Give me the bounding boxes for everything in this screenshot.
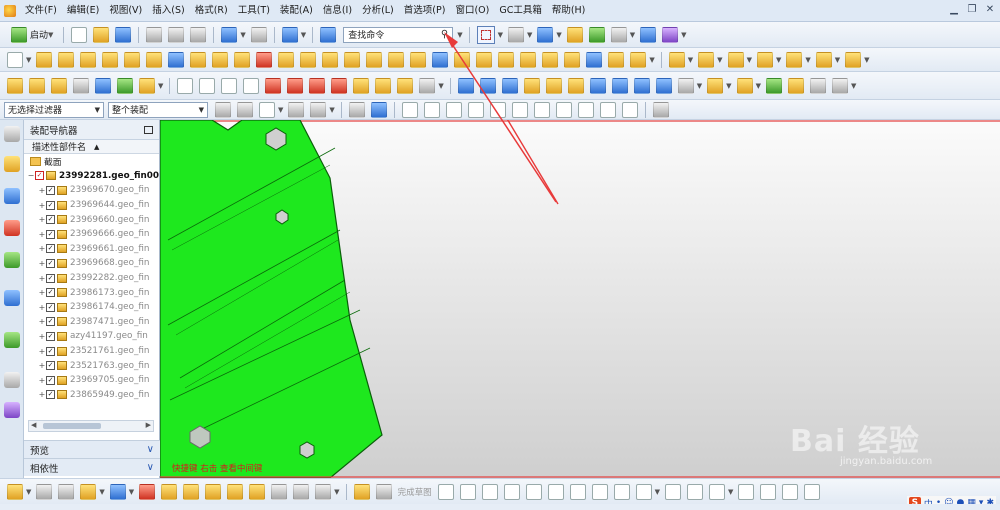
sketch-circle-icon[interactable] [503, 483, 520, 500]
sketch-fillet-icon[interactable] [525, 483, 542, 500]
chevron-down-icon[interactable]: ▼ [334, 488, 339, 496]
harness-icon[interactable] [293, 483, 310, 500]
make-corner-icon[interactable] [708, 483, 725, 500]
watermark-url: jingyan.baidu.com [840, 456, 933, 467]
assembly-sequence-icon[interactable] [109, 483, 126, 500]
layout-icon[interactable] [315, 483, 332, 500]
sketch-create-icon[interactable] [353, 483, 370, 500]
bolt-icon[interactable] [249, 483, 266, 500]
baidu-watermark: Bai 经验 jingyan.baidu.com [790, 416, 990, 486]
fix-icon[interactable] [205, 483, 222, 500]
status-bar [0, 504, 1000, 510]
sketch-rectangle-icon[interactable] [569, 483, 586, 500]
quick-trim-icon[interactable] [664, 483, 681, 500]
finish-sketch-button[interactable]: 完成草图 [398, 486, 432, 498]
sketch-arc-icon[interactable] [481, 483, 498, 500]
sketch-chamfer-icon[interactable] [547, 483, 564, 500]
joint-icon[interactable] [161, 483, 178, 500]
sketch-polygon-icon[interactable] [591, 483, 608, 500]
sketch-point-icon[interactable] [613, 483, 630, 500]
chevron-down-icon[interactable]: ▼ [129, 488, 134, 496]
profile-icon[interactable] [437, 483, 454, 500]
tube-icon[interactable] [271, 483, 288, 500]
sketch-spline-icon[interactable] [635, 483, 652, 500]
separator [345, 483, 347, 500]
chevron-down-icon[interactable]: ▼ [99, 488, 104, 496]
sketch-task-icon[interactable] [7, 483, 23, 500]
sheet-icon[interactable] [58, 483, 75, 500]
mirror-sketch-icon[interactable] [760, 483, 777, 500]
sketch-line-icon[interactable] [459, 483, 476, 500]
chevron-down-icon[interactable]: ▼ [655, 488, 660, 496]
add-component-icon[interactable] [80, 483, 97, 500]
watermark-text: Bai 经验 [790, 424, 920, 459]
clearance-icon[interactable] [139, 483, 156, 500]
pattern-component-icon[interactable] [227, 483, 244, 500]
offset-sketch-icon[interactable] [738, 483, 755, 500]
chevron-down-icon[interactable]: ▼ [26, 488, 31, 496]
auto-dimension-icon[interactable] [804, 483, 821, 500]
annotation-arrow [447, 37, 557, 203]
sketch-grid-icon[interactable] [375, 483, 392, 500]
sketch-toolbar: ▼ ▼ ▼ ▼ 完成草图 ▼ ▼ [0, 478, 1000, 504]
annotation-arrowhead [444, 32, 458, 48]
mate-icon[interactable] [183, 483, 200, 500]
quick-extend-icon[interactable] [686, 483, 703, 500]
chevron-down-icon[interactable]: ▼ [728, 488, 733, 496]
drafting-icon[interactable] [36, 483, 53, 500]
constraint-icon[interactable] [782, 483, 799, 500]
